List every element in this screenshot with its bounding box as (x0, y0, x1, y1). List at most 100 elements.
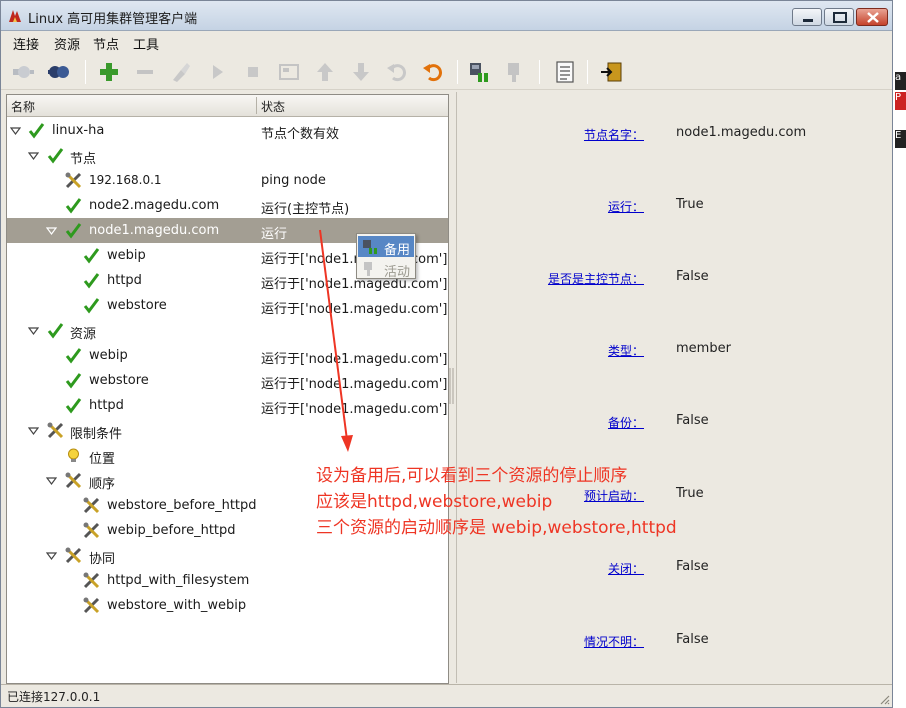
collapse-triangle-icon[interactable] (28, 425, 39, 436)
detail-label-standby[interactable]: 备份： (608, 414, 644, 431)
detail-value-shutdown: False (676, 559, 709, 574)
ok-check-icon (65, 198, 82, 214)
tree-row-name: 节点 (70, 152, 97, 167)
tree-row-name: 192.168.0.1 (89, 173, 162, 187)
cleanup-icon[interactable] (169, 60, 193, 84)
collapse-triangle-icon[interactable] (46, 225, 57, 236)
move-up-icon[interactable] (313, 60, 337, 84)
detail-label-unclean[interactable]: 情况不明： (584, 633, 644, 650)
tree-row-nodes[interactable]: 节点 (7, 143, 448, 168)
detail-value-type: member (676, 341, 731, 356)
maximize-icon (833, 12, 847, 23)
tree-row-status: 运行于['node1.magedu.com'] (261, 402, 448, 417)
tree-row-status: ping node (261, 173, 326, 188)
migrate-icon[interactable] (277, 60, 301, 84)
tree-row-status: 节点个数有效 (261, 127, 340, 142)
collapse-triangle-icon[interactable] (28, 150, 39, 161)
undo-icon[interactable] (385, 60, 409, 84)
tree-row-resource-webip[interactable]: webip 运行于['node1.magedu.com'] (7, 343, 448, 368)
tree-row-resource-httpd[interactable]: httpd 运行于['node1.magedu.com'] (7, 393, 448, 418)
title-bar[interactable]: Linux 高可用集群管理客户端 (1, 1, 892, 31)
annotation-line-1: 设为备用后,可以看到三个资源的停止顺序 (316, 466, 628, 486)
detail-value-unclean: False (676, 632, 709, 647)
detail-label-shutdown[interactable]: 关闭： (608, 560, 644, 577)
detail-label-is-dc[interactable]: 是否是主控节点： (548, 270, 644, 287)
menu-item-active[interactable]: 活动 (358, 258, 414, 280)
log-viewer-icon[interactable] (553, 60, 577, 84)
tools-icon (65, 547, 82, 564)
tree-row-colocation-constraint[interactable]: webstore_with_webip (7, 593, 448, 618)
pane-splitter-grip[interactable] (449, 366, 455, 406)
tree-row-constraints[interactable]: 限制条件 (7, 418, 448, 443)
detail-label-expected-up[interactable]: 预计启动： (584, 487, 644, 504)
toolbar (1, 54, 892, 90)
menu-nodes[interactable]: 节点 (93, 34, 119, 53)
tree-row-name: 顺序 (89, 477, 116, 492)
maximize-button[interactable] (824, 8, 854, 26)
detail-label-type[interactable]: 类型： (608, 342, 644, 359)
minimize-button[interactable] (792, 8, 822, 26)
tree-header: 名称 状态 (7, 95, 448, 117)
node-detail-panel: 节点名字： node1.magedu.com 运行： True 是否是主控节点：… (456, 92, 890, 683)
tools-icon (83, 572, 100, 589)
standby-icon (363, 240, 377, 254)
tree-row-name: 限制条件 (70, 427, 123, 442)
tools-icon (83, 497, 100, 514)
collapse-triangle-icon[interactable] (28, 325, 39, 336)
collapse-triangle-icon[interactable] (10, 125, 21, 136)
app-logo-icon (9, 10, 21, 22)
move-down-icon[interactable] (349, 60, 373, 84)
toolbar-separator (539, 60, 540, 84)
column-header-name[interactable]: 名称 (11, 98, 35, 115)
ok-check-icon (83, 248, 100, 264)
connect-icon[interactable] (11, 60, 35, 84)
refresh-icon[interactable] (421, 60, 445, 84)
tree-row-status: 运行于['node1.magedu.com'] (261, 277, 448, 292)
exit-icon[interactable] (599, 60, 623, 84)
menu-tools[interactable]: 工具 (133, 34, 159, 53)
detail-label-node-name[interactable]: 节点名字： (584, 126, 644, 143)
status-bar: 已连接127.0.0.1 (1, 684, 892, 707)
standby-icon[interactable] (467, 60, 491, 84)
menu-resources[interactable]: 资源 (54, 34, 80, 53)
ok-check-icon (47, 323, 64, 339)
toolbar-separator (457, 60, 458, 84)
column-header-status[interactable]: 状态 (261, 98, 285, 115)
remove-icon[interactable] (133, 60, 157, 84)
ok-check-icon (28, 123, 45, 139)
tree-row-node2[interactable]: node2.magedu.com 运行(主控节点) (7, 193, 448, 218)
ok-check-icon (83, 298, 100, 314)
resize-grip-icon[interactable] (878, 693, 890, 705)
collapse-triangle-icon[interactable] (46, 475, 57, 486)
tree-row-name: webip (107, 248, 146, 263)
tree-row-name: 位置 (89, 452, 116, 467)
active-icon (364, 262, 372, 276)
tree-row-colocation-constraint[interactable]: httpd_with_filesystem (7, 568, 448, 593)
menu-bar: 连接 资源 节点 工具 (1, 31, 892, 53)
connection-status: 已连接127.0.0.1 (7, 690, 101, 704)
tree-row-status: 运行于['node1.magedu.com'] (261, 352, 448, 367)
column-divider[interactable] (256, 97, 257, 114)
close-button[interactable] (856, 8, 888, 26)
tree-row-status: 运行于['node1.magedu.com'] (261, 252, 448, 267)
ok-check-icon (47, 148, 64, 164)
stop-icon[interactable] (241, 60, 265, 84)
tree-row-ping-node[interactable]: 192.168.0.1 ping node (7, 168, 448, 193)
active-icon[interactable] (503, 60, 527, 84)
menu-connect[interactable]: 连接 (13, 34, 39, 53)
background-chip-p: P (895, 92, 906, 110)
detail-label-running[interactable]: 运行： (608, 198, 644, 215)
tree-row-linux-ha[interactable]: linux-ha 节点个数有效 (7, 118, 448, 143)
tree-row-name: linux-ha (52, 123, 105, 138)
menu-item-standby[interactable]: 备用 (358, 236, 414, 258)
tree-row-resources[interactable]: 资源 (7, 318, 448, 343)
collapse-triangle-icon[interactable] (46, 550, 57, 561)
add-icon[interactable] (97, 60, 121, 84)
tree-row-node1-webstore[interactable]: webstore 运行于['node1.magedu.com'] (7, 293, 448, 318)
start-icon[interactable] (205, 60, 229, 84)
detail-value-expected-up: True (676, 486, 704, 501)
disconnect-icon[interactable] (47, 60, 71, 84)
background-chip-e: E (895, 130, 906, 148)
tree-row-resource-webstore[interactable]: webstore 运行于['node1.magedu.com'] (7, 368, 448, 393)
tree-row-colocation[interactable]: 协同 (7, 543, 448, 568)
